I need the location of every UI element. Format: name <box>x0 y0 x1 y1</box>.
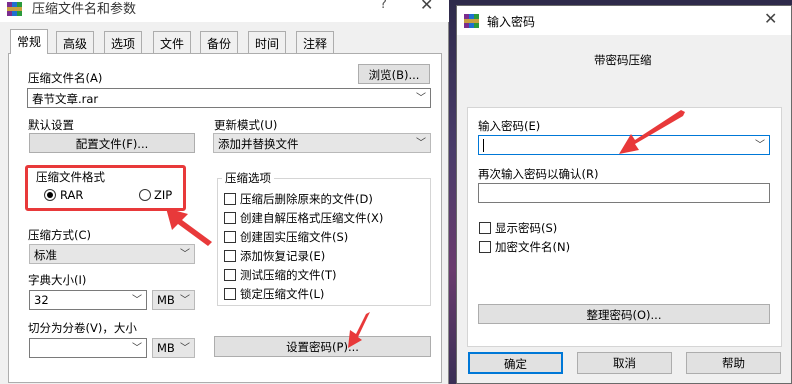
text-caret <box>483 139 484 152</box>
option-recovery-checkbox[interactable] <box>224 250 236 262</box>
dialog-title: 输入密码 <box>487 15 536 29</box>
arrow-annotation <box>166 208 212 246</box>
winrar-icon <box>464 14 479 28</box>
option-solid-label: 创建固实压缩文件(S) <box>240 230 349 244</box>
tab-files[interactable]: 文件 <box>153 31 192 53</box>
arrow-annotation <box>619 110 685 154</box>
tab-advanced[interactable]: 高级 <box>56 31 95 53</box>
archive-dialog: 压缩文件名和参数 ? ✕ 常规 高级 选项 文件 备份 时间 注释 压缩文件名(… <box>0 0 449 384</box>
show-password-checkbox[interactable] <box>479 222 491 234</box>
reenter-password-field[interactable] <box>478 183 770 203</box>
split-label: 切分为分卷(V)，大小 <box>28 321 137 335</box>
update-mode-label: 更新模式(U) <box>214 118 278 132</box>
browse-button[interactable]: 浏览(B)... <box>358 64 430 84</box>
tab-time[interactable]: 时间 <box>248 31 287 53</box>
password-heading: 带密码压缩 <box>594 53 652 67</box>
password-dialog: 输入密码 ✕ 带密码压缩 输入密码(E) ﹀ 再次输入密码以确认(R) 显示密码… <box>456 5 792 384</box>
title-bar: 压缩文件名和参数 ? ✕ <box>0 0 449 22</box>
dict-unit-select[interactable]: MB ﹀ <box>152 290 195 310</box>
option-recovery-label: 添加恢复记录(E) <box>240 249 326 263</box>
organize-passwords-button[interactable]: 整理密码(O)... <box>478 304 770 324</box>
archive-name-field[interactable]: 春节文章.rar ﹀ <box>27 88 431 108</box>
arrow-annotation <box>348 312 370 348</box>
dict-unit-value: MB <box>157 293 175 307</box>
profiles-button[interactable]: 配置文件(F)... <box>29 133 195 153</box>
dict-label: 字典大小(I) <box>28 273 87 287</box>
help-button[interactable]: 帮助 <box>686 352 781 374</box>
option-lock-label: 锁定压缩文件(L) <box>240 287 325 301</box>
dialog-title: 压缩文件名和参数 <box>32 2 137 17</box>
title-bar: 输入密码 ✕ <box>457 6 791 35</box>
chevron-down-icon: ﹀ <box>180 295 190 306</box>
chevron-down-icon: ﹀ <box>180 343 190 354</box>
default-settings-label: 默认设置 <box>28 118 74 132</box>
cancel-button[interactable]: 取消 <box>577 352 672 374</box>
chevron-down-icon[interactable]: ﹀ <box>416 89 426 104</box>
method-value: 标准 <box>34 248 57 262</box>
option-sfx-checkbox[interactable] <box>224 212 236 224</box>
chevron-down-icon: ﹀ <box>132 295 142 306</box>
radio-rar[interactable] <box>44 189 56 201</box>
winrar-icon <box>7 2 22 16</box>
chevron-down-icon[interactable]: ﹀ <box>755 136 765 151</box>
option-lock-checkbox[interactable] <box>224 288 236 300</box>
method-label: 压缩方式(C) <box>28 228 92 242</box>
option-sfx-label: 创建自解压格式压缩文件(X) <box>240 211 384 225</box>
set-password-button[interactable]: 设置密码(P)... <box>214 336 431 357</box>
option-test-label: 测试压缩的文件(T) <box>240 268 337 282</box>
format-label: 压缩文件格式 <box>36 170 105 184</box>
enter-password-label: 输入密码(E) <box>478 119 541 133</box>
radio-zip[interactable] <box>139 189 151 201</box>
options-label: 压缩选项 <box>222 170 274 186</box>
archive-name-value: 春节文章.rar <box>32 92 99 106</box>
chevron-down-icon: ﹀ <box>180 249 190 260</box>
close-button[interactable]: ✕ <box>764 9 777 28</box>
tab-options[interactable]: 选项 <box>104 31 143 53</box>
tab-comment[interactable]: 注释 <box>296 31 335 53</box>
tab-backup[interactable]: 备份 <box>200 31 239 53</box>
ok-button[interactable]: 确定 <box>468 352 563 374</box>
split-unit-value: MB <box>157 341 175 355</box>
chevron-down-icon: ﹀ <box>416 138 426 149</box>
dict-size-value: 32 <box>34 293 49 307</box>
reenter-password-label: 再次输入密码以确认(R) <box>478 167 599 181</box>
option-delete-label: 压缩后删除原来的文件(D) <box>240 192 373 206</box>
split-size-select[interactable]: ﹀ <box>29 338 147 358</box>
close-button[interactable]: ✕ <box>420 0 433 14</box>
help-button[interactable]: ? <box>380 0 387 12</box>
update-mode-select[interactable]: 添加并替换文件 ﹀ <box>213 133 431 153</box>
show-password-label: 显示密码(S) <box>495 221 558 235</box>
chevron-down-icon: ﹀ <box>132 343 142 354</box>
encrypt-names-checkbox[interactable] <box>479 241 491 253</box>
archive-name-label: 压缩文件名(A) <box>28 71 103 85</box>
option-test-checkbox[interactable] <box>224 269 236 281</box>
tab-general[interactable]: 常规 <box>10 29 49 54</box>
option-delete-checkbox[interactable] <box>224 193 236 205</box>
encrypt-names-label: 加密文件名(N) <box>495 240 571 254</box>
method-select[interactable]: 标准 ﹀ <box>29 244 195 264</box>
dict-size-select[interactable]: 32 ﹀ <box>29 290 147 310</box>
split-unit-select[interactable]: MB ﹀ <box>152 338 195 358</box>
radio-rar-label: RAR <box>60 188 84 202</box>
radio-selected-dot <box>47 192 53 198</box>
update-mode-value: 添加并替换文件 <box>218 137 299 151</box>
option-solid-checkbox[interactable] <box>224 231 236 243</box>
